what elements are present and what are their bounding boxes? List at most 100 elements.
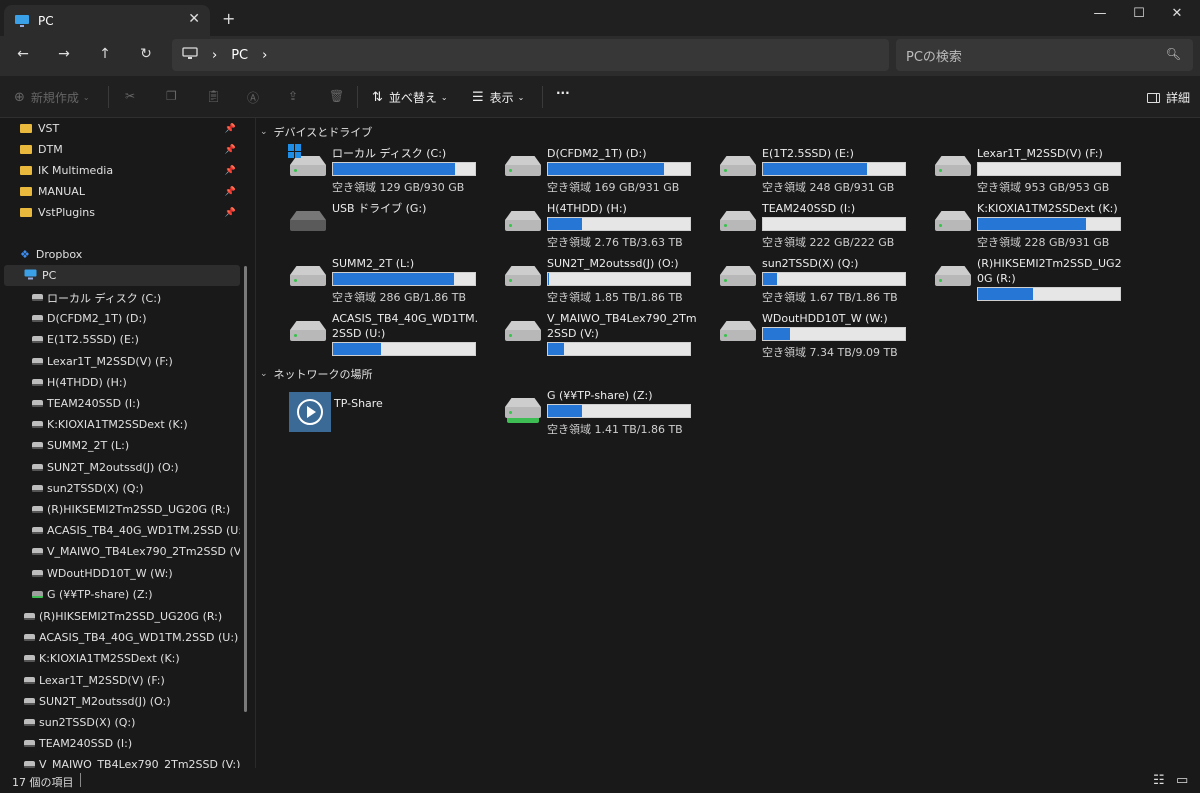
drive-icon: [32, 527, 43, 535]
new-button[interactable]: ⊕ 新規作成 ⌄: [14, 89, 90, 106]
cut-icon[interactable]: ✂: [125, 89, 135, 103]
hard-drive-icon: [720, 266, 758, 288]
free-space-text: 空き領域 286 GB/1.86 TB: [332, 291, 467, 304]
sidebar-item-label: V_MAIWO_TB4Lex790_2Tm2SSD (V:): [47, 545, 240, 559]
more-options-button[interactable]: ···: [556, 86, 570, 100]
paste-icon[interactable]: 📋︎: [206, 89, 221, 103]
sidebar-item-drive[interactable]: TEAM240SSD (I:): [24, 733, 240, 754]
drive-tile[interactable]: TEAM240SSD (I:) 空き領域 222 GB/222 GB: [686, 201, 906, 251]
sidebar-item-drive[interactable]: (R)HIKSEMI2Tm2SSD_UG20G (R:): [32, 499, 240, 520]
sidebar-item-drive[interactable]: (R)HIKSEMI2Tm2SSD_UG20G (R:): [24, 606, 240, 627]
drive-tile[interactable]: H(4THDD) (H:) 空き領域 2.76 TB/3.63 TB: [471, 201, 691, 251]
drive-tile[interactable]: K:KIOXIA1TM2SSDext (K:) 空き領域 228 GB/931 G…: [901, 201, 1121, 251]
sidebar-item-drive[interactable]: E(1T2.5SSD) (E:): [32, 329, 240, 350]
sidebar-item-drive[interactable]: V_MAIWO_TB4Lex790_2Tm2SSD (V:): [24, 754, 240, 768]
sidebar-item-drive[interactable]: ACASIS_TB4_40G_WD1TM.2SSD (U:): [24, 627, 240, 648]
hard-drive-icon: [505, 398, 543, 423]
capacity-bar-fill: [548, 343, 564, 355]
sidebar-item-folder[interactable]: DTM 📌: [20, 139, 240, 160]
drive-icon: [32, 294, 43, 301]
sidebar-item-folder[interactable]: IK Multimedia 📌: [20, 160, 240, 181]
drive-tile[interactable]: (R)HIKSEMI2Tm2SSD_UG20G (R:): [901, 256, 1122, 306]
drive-tile[interactable]: WDoutHDD10T_W (W:) 空き領域 7.34 TB/9.09 TB: [686, 311, 906, 361]
pin-icon[interactable]: 📌: [225, 208, 236, 218]
sidebar-item-folder[interactable]: MANUAL 📌: [20, 181, 240, 202]
sidebar-item-folder[interactable]: VST 📌: [20, 118, 240, 139]
navigation-bar: ← → ↑ ↻ › PC › PCの検索 🔍︎: [0, 36, 1200, 76]
chevron-down-icon: ⌄: [260, 369, 268, 379]
network-section-header[interactable]: ⌄ ネットワークの場所: [260, 366, 373, 382]
maximize-button[interactable]: ☐: [1124, 6, 1154, 21]
rename-icon[interactable]: Ⓐ: [247, 89, 259, 106]
close-window-button[interactable]: ✕: [1162, 6, 1192, 21]
sidebar-item-drive[interactable]: WDoutHDD10T_W (W:): [32, 563, 240, 584]
drive-tile[interactable]: ローカル ディスク (C:) 空き領域 129 GB/930 GB: [256, 144, 476, 196]
drive-tile[interactable]: SUN2T_M2outssd(J) (O:) 空き領域 1.85 TB/1.86 …: [471, 256, 691, 306]
forward-button[interactable]: →: [53, 46, 75, 62]
address-bar[interactable]: › PC ›: [172, 39, 889, 71]
details-view-icon[interactable]: ☷: [1153, 773, 1165, 788]
drive-tile[interactable]: USB ドライブ (G:): [256, 201, 456, 251]
pin-icon[interactable]: 📌: [225, 166, 236, 176]
sidebar-item-drive[interactable]: TEAM240SSD (I:): [32, 393, 240, 414]
drive-name: K:KIOXIA1TM2SSDext (K:): [977, 202, 1118, 215]
capacity-bar: [332, 162, 476, 176]
details-pane-button[interactable]: 詳細: [1146, 89, 1190, 106]
up-button[interactable]: ↑: [94, 46, 116, 62]
drive-tile[interactable]: ACASIS_TB4_40G_WD1TM.2SSD (U:): [256, 311, 478, 361]
capacity-bar-fill: [978, 288, 1034, 300]
sidebar-item-drive[interactable]: ACASIS_TB4_40G_WD1TM.2SSD (U:): [32, 520, 240, 541]
drive-icon: [24, 761, 35, 768]
tiles-view-icon[interactable]: ▭: [1176, 773, 1188, 788]
sidebar-item-drive[interactable]: SUMM2_2T (L:): [32, 435, 240, 456]
drive-tile[interactable]: sun2TSSD(X) (Q:) 空き領域 1.67 TB/1.86 TB: [686, 256, 906, 306]
sidebar-item-drive[interactable]: H(4THDD) (H:): [32, 372, 240, 393]
drive-tile[interactable]: SUMM2_2T (L:) 空き領域 286 GB/1.86 TB: [256, 256, 476, 306]
divider: [80, 773, 81, 787]
drive-tile[interactable]: V_MAIWO_TB4Lex790_2Tm2SSD (V:): [471, 311, 697, 361]
view-button[interactable]: ☰ 表示 ⌄: [472, 89, 524, 106]
refresh-button[interactable]: ↻: [135, 46, 157, 62]
sidebar-scrollbar[interactable]: [244, 266, 247, 712]
pin-icon[interactable]: 📌: [225, 124, 236, 134]
sidebar-item-folder[interactable]: VstPlugins 📌: [20, 202, 240, 223]
breadcrumb-chevron-icon[interactable]: ›: [262, 48, 267, 63]
breadcrumb-pc[interactable]: PC: [231, 48, 248, 63]
sidebar-item-dropbox[interactable]: ❖ Dropbox: [20, 244, 240, 265]
drive-name: USB ドライブ (G:): [332, 202, 427, 215]
back-button[interactable]: ←: [12, 46, 34, 62]
drive-tile[interactable]: Lexar1T_M2SSD(V) (F:) 空き領域 953 GB/953 GB: [901, 146, 1121, 196]
hard-drive-icon: [505, 321, 543, 343]
drive-tile[interactable]: G (¥¥TP-share) (Z:) 空き領域 1.41 TB/1.86 TB: [471, 388, 691, 438]
sidebar-item-drive[interactable]: Lexar1T_M2SSD(V) (F:): [24, 670, 240, 691]
sidebar-item-drive[interactable]: V_MAIWO_TB4Lex790_2Tm2SSD (V:): [32, 541, 240, 562]
sort-button[interactable]: ⇅ 並べ替え ⌄: [372, 89, 448, 106]
free-space-text: 空き領域 169 GB/931 GB: [547, 181, 680, 194]
drive-tile[interactable]: D(CFDM2_1T) (D:) 空き領域 169 GB/931 GB: [471, 146, 691, 196]
drive-tile[interactable]: E(1T2.5SSD) (E:) 空き領域 248 GB/931 GB: [686, 146, 906, 196]
sidebar-item-drive[interactable]: K:KIOXIA1TM2SSDext (K:): [24, 648, 240, 669]
tab-close-icon[interactable]: ✕: [188, 11, 200, 27]
sidebar-item-pc[interactable]: PC: [4, 265, 240, 286]
tab-pc[interactable]: PC ✕: [4, 5, 210, 36]
share-icon[interactable]: ⇪: [288, 89, 298, 103]
capacity-bar-fill: [548, 163, 665, 175]
sidebar-item-drive[interactable]: G (¥¥TP-share) (Z:): [32, 584, 240, 605]
search-input[interactable]: PCの検索 🔍︎: [896, 39, 1193, 71]
delete-icon[interactable]: 🗑︎: [329, 89, 344, 103]
sidebar-item-drive[interactable]: SUN2T_M2outssd(J) (O:): [24, 691, 240, 712]
sidebar-item-drive[interactable]: K:KIOXIA1TM2SSDext (K:): [32, 414, 240, 435]
sidebar-item-drive[interactable]: ローカル ディスク (C:): [32, 287, 240, 308]
capacity-bar-fill: [763, 328, 790, 340]
minimize-button[interactable]: —: [1085, 6, 1115, 21]
sidebar-item-drive[interactable]: D(CFDM2_1T) (D:): [32, 308, 240, 329]
copy-icon[interactable]: ❐: [166, 89, 177, 103]
pin-icon[interactable]: 📌: [225, 145, 236, 155]
sidebar-item-drive[interactable]: sun2TSSD(X) (Q:): [24, 712, 240, 733]
pin-icon[interactable]: 📌: [225, 187, 236, 197]
devices-section-header[interactable]: ⌄ デバイスとドライブ: [260, 124, 372, 140]
sidebar-item-drive[interactable]: Lexar1T_M2SSD(V) (F:): [32, 351, 240, 372]
sidebar-item-drive[interactable]: SUN2T_M2outssd(J) (O:): [32, 457, 240, 478]
new-tab-button[interactable]: +: [222, 9, 235, 28]
sidebar-item-drive[interactable]: sun2TSSD(X) (Q:): [32, 478, 240, 499]
